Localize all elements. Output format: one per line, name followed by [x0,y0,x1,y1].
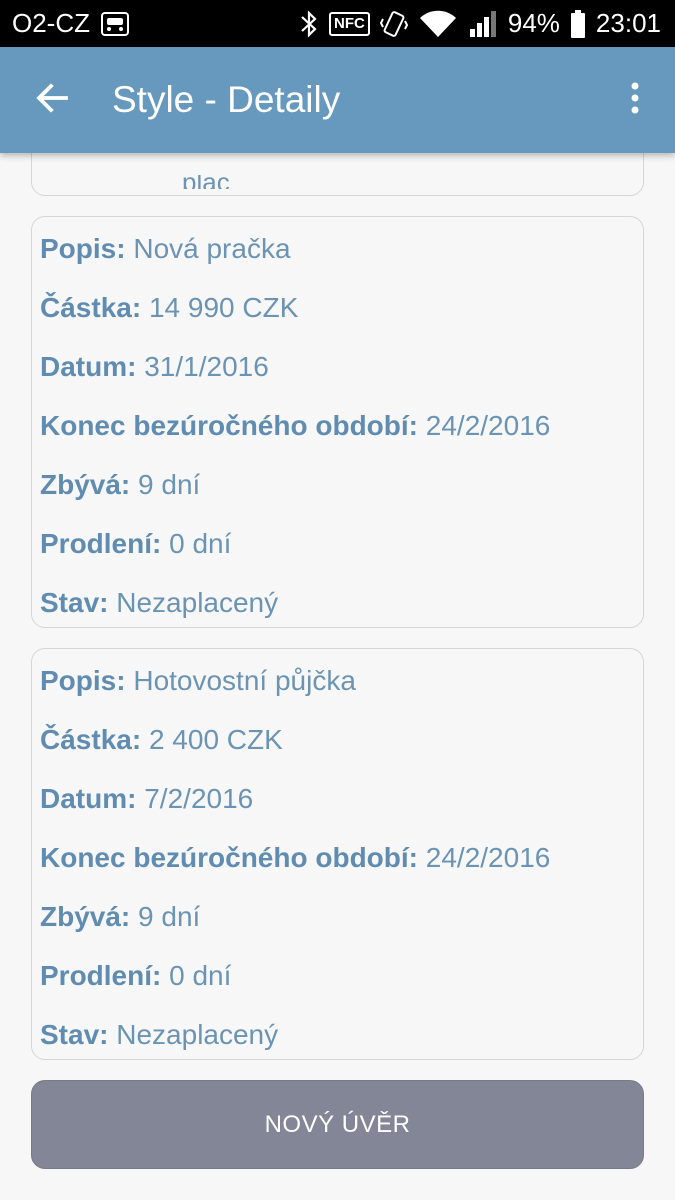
nfc-icon: NFC [329,11,370,36]
field-remaining: Zbývá: 9 dní [40,901,201,932]
field-status: Stav: Nezaplacený [40,587,279,618]
field-amount: Částka: 14 990 CZK [40,292,299,323]
field-overdue: Prodlení: 0 dní [40,528,232,559]
field-interest-free-end: Konec bezúročného období: 24/2/2016 [40,410,551,441]
carrier-name: O2-CZ [12,8,90,38]
new-loan-button[interactable]: NOVÝ ÚVĚR [31,1080,644,1169]
field-date: Datum: 7/2/2016 [40,783,254,814]
wifi-icon [418,9,458,39]
vibrate-icon [379,9,408,39]
more-vert-icon [629,80,641,121]
battery-icon [570,9,586,39]
field-date: Datum: 31/1/2016 [40,351,269,382]
signal-icon [468,9,498,39]
field-interest-free-end: Konec bezúročného období: 24/2/2016 [40,842,551,873]
loan-card: Popis: Nová pračka Částka: 14 990 CZK Da… [31,216,644,628]
field-overdue: Prodlení: 0 dní [40,960,232,991]
field-remaining: Zbývá: 9 dní [40,469,201,500]
back-button[interactable] [0,47,104,153]
page-title: Style - Detaily [112,79,341,120]
overflow-menu-button[interactable] [595,47,675,153]
battery-percent: 94% [507,8,560,38]
field-description: Popis: Nová pračka [40,233,291,264]
status-bar: O2-CZ NFC 94% 23:01 [0,0,675,47]
car-mode-icon [100,11,130,37]
arrow-left-icon [34,80,70,121]
app-bar: Style - Detaily [0,47,675,153]
field-status: Stav: Nezaplacený [40,1019,279,1050]
bluetooth-icon [299,9,319,39]
loan-list[interactable]: plac Popis: Nová pračka Částka: 14 990 C… [0,153,675,1200]
loan-card-partial: plac [31,153,644,196]
field-amount: Částka: 2 400 CZK [40,724,283,755]
clock: 23:01 [595,8,661,38]
clipped-text: plac [182,175,230,189]
field-description: Popis: Hotovostní půjčka [40,665,356,696]
loan-card: Popis: Hotovostní půjčka Částka: 2 400 C… [31,648,644,1060]
